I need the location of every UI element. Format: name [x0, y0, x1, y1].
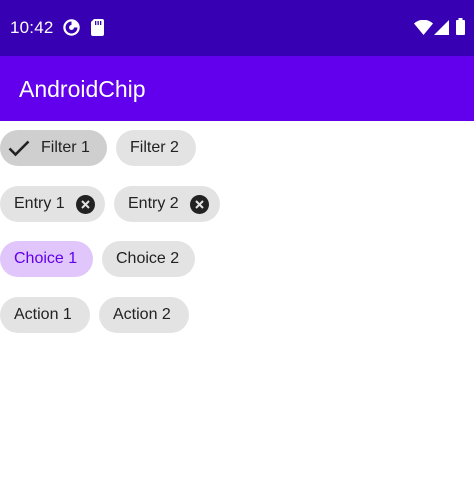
entry-chip-1[interactable]: Entry 1 [0, 186, 105, 222]
action-chip-2-label: Action 2 [113, 306, 171, 323]
cell-signal-icon [434, 20, 449, 40]
status-bar: 10:42 [0, 0, 474, 56]
filter-chip-1[interactable]: Filter 1 [0, 130, 107, 166]
choice-chip-1[interactable]: Choice 1 [0, 241, 93, 277]
action-chip-2[interactable]: Action 2 [99, 297, 189, 333]
data-saver-icon [63, 19, 80, 41]
filter-chip-1-label: Filter 1 [41, 139, 90, 156]
cancel-icon[interactable] [75, 194, 95, 214]
choice-chip-2[interactable]: Choice 2 [102, 241, 195, 277]
entry-chip-2-label: Entry 2 [128, 195, 179, 212]
status-time: 10:42 [10, 18, 54, 37]
battery-icon [456, 18, 465, 40]
wifi-icon [414, 19, 433, 40]
action-chip-1[interactable]: Action 1 [0, 297, 90, 333]
entry-chip-1-label: Entry 1 [14, 195, 65, 212]
app-title: AndroidChip [19, 76, 146, 102]
entry-chip-2[interactable]: Entry 2 [114, 186, 220, 222]
choice-chip-1-label: Choice 1 [14, 250, 78, 267]
action-chip-1-label: Action 1 [14, 306, 72, 323]
filter-chip-2-label: Filter 2 [130, 139, 179, 156]
sd-card-icon [91, 19, 104, 41]
chip-content: Filter 1 Filter 2 Entry 1 Entry 2 Choice… [0, 121, 474, 495]
check-icon [8, 139, 30, 157]
cancel-icon[interactable] [189, 194, 209, 214]
app-bar: AndroidChip [0, 56, 474, 121]
choice-chip-2-label: Choice 2 [116, 250, 180, 267]
filter-chip-2[interactable]: Filter 2 [116, 130, 196, 166]
